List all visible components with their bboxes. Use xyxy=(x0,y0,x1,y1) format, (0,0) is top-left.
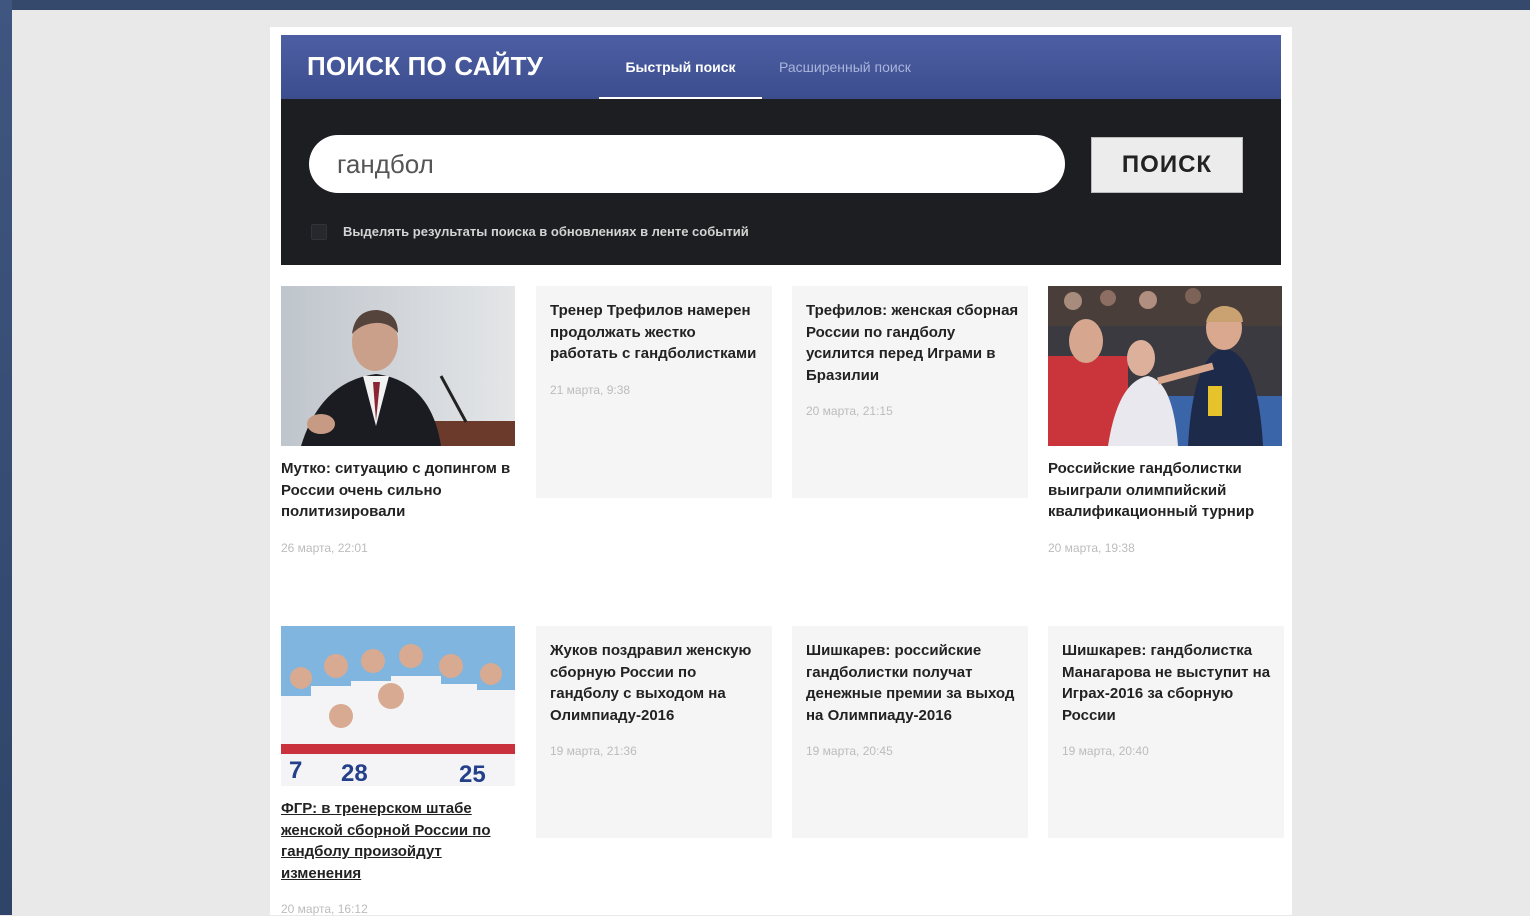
result-date: 19 марта, 20:45 xyxy=(806,744,893,758)
result-card[interactable]: Российские гандболистки выиграли олимпий… xyxy=(1048,286,1282,606)
result-card[interactable]: Шишкарев: гандболистка Манагарова не выс… xyxy=(1048,626,1284,838)
search-input[interactable] xyxy=(309,135,1065,193)
search-panel: ПОИСК Выделять результаты поиска в обнов… xyxy=(281,99,1281,265)
search-header: ПОИСК ПО САЙТУ Быстрый поиск Расширенный… xyxy=(281,35,1281,100)
result-title[interactable]: Мутко: ситуацию с допингом в России очен… xyxy=(281,458,515,523)
highlight-results-label: Выделять результаты поиска в обновлениях… xyxy=(343,224,749,239)
highlight-results-checkbox[interactable] xyxy=(311,224,327,240)
result-title[interactable]: Трефилов: женская сборная России по ганд… xyxy=(806,300,1020,386)
page-container: ПОИСК ПО САЙТУ Быстрый поиск Расширенный… xyxy=(270,27,1292,916)
svg-text:28: 28 xyxy=(341,760,368,786)
search-button[interactable]: ПОИСК xyxy=(1091,137,1243,193)
svg-text:7: 7 xyxy=(289,757,302,784)
page-title: ПОИСК ПО САЙТУ xyxy=(307,51,544,81)
result-card[interactable]: 7 28 25 ФГР: в тренерском штабе женской сб… xyxy=(281,626,515,916)
result-date: 20 марта, 21:15 xyxy=(806,404,893,418)
result-image[interactable] xyxy=(1048,286,1282,446)
tab-advanced-search[interactable]: Расширенный поиск xyxy=(779,59,911,75)
window-left-strip xyxy=(0,0,12,915)
result-image[interactable] xyxy=(281,286,515,446)
tab-quick-search[interactable]: Быстрый поиск xyxy=(599,59,762,100)
result-date: 20 марта, 16:12 xyxy=(281,902,368,916)
result-date: 19 марта, 21:36 xyxy=(550,744,637,758)
result-date: 21 марта, 9:38 xyxy=(550,382,631,397)
result-card[interactable]: Трефилов: женская сборная России по ганд… xyxy=(792,286,1028,498)
result-date: 20 марта, 19:38 xyxy=(1048,540,1135,555)
result-image[interactable]: 7 28 25 xyxy=(281,626,515,786)
result-card[interactable]: Тренер Трефилов намерен продолжать жестк… xyxy=(536,286,772,498)
result-date: 19 марта, 20:40 xyxy=(1062,744,1149,758)
result-card[interactable]: Жуков поздравил женскую сборную России п… xyxy=(536,626,772,838)
result-card[interactable]: Мутко: ситуацию с допингом в России очен… xyxy=(281,286,515,586)
result-title[interactable]: ФГР: в тренерском штабе женской сборной … xyxy=(281,798,515,884)
result-title[interactable]: Шишкарев: гандболистка Манагарова не выс… xyxy=(1062,640,1276,726)
result-card[interactable]: Шишкарев: российские гандболистки получа… xyxy=(792,626,1028,838)
window-top-strip xyxy=(0,0,1530,10)
result-title[interactable]: Российские гандболистки выиграли олимпий… xyxy=(1048,458,1282,523)
result-title[interactable]: Тренер Трефилов намерен продолжать жестк… xyxy=(550,300,764,365)
result-title[interactable]: Жуков поздравил женскую сборную России п… xyxy=(550,640,764,726)
result-date: 26 марта, 22:01 xyxy=(281,540,368,555)
result-title[interactable]: Шишкарев: российские гандболистки получа… xyxy=(806,640,1020,726)
svg-text:25: 25 xyxy=(459,761,486,786)
